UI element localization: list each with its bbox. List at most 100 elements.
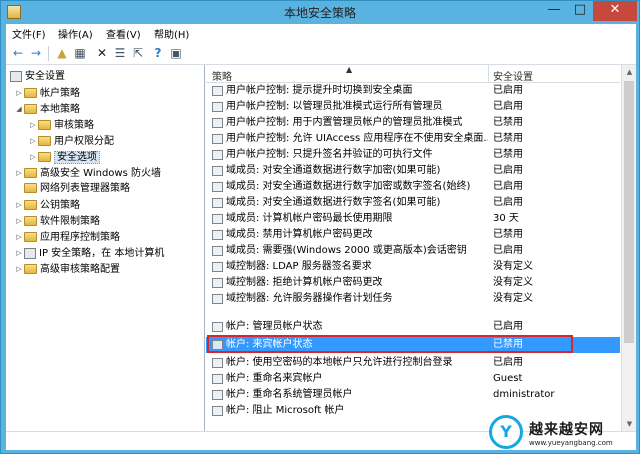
tree-item-software-restriction[interactable]: ▷ 软件限制策略 xyxy=(14,213,100,229)
folder-icon xyxy=(38,136,51,146)
policy-icon xyxy=(212,278,223,288)
main-content: 安全设置 ▷ 帐户策略 ◢ 本地策略 ▷ 审核策略 ▷ 用户权限分配 ▷ 安全选项 ▷ 高级… xyxy=(6,65,636,431)
policy-icon xyxy=(212,134,223,144)
scroll-up-icon[interactable]: ▲ xyxy=(622,65,637,79)
list-item[interactable]: 域成员: 对安全通道数据进行数字加密或数字签名(始终) 已启用 xyxy=(206,179,620,195)
expand-arrow-icon[interactable]: ▷ xyxy=(28,149,38,165)
tree-item-local-policy[interactable]: ◢ 本地策略 xyxy=(14,101,80,117)
list-item[interactable]: 域控制器: LDAP 服务器签名要求 没有定义 xyxy=(206,259,620,275)
column-header-setting[interactable]: 安全设置 xyxy=(493,68,533,83)
policy-icon xyxy=(212,246,223,256)
folder-icon xyxy=(24,104,37,114)
watermark: Y 越来越安网 www.yueyangbang.com xyxy=(489,413,639,453)
tree-item-security-settings[interactable]: 安全设置 xyxy=(10,69,65,85)
policy-icon xyxy=(212,230,223,240)
list-item[interactable]: 域成员: 禁用计算机帐户密码更改 已禁用 xyxy=(206,227,620,243)
policy-icon xyxy=(212,390,223,400)
action-pane-icon[interactable]: ▣ xyxy=(168,45,184,61)
policy-icon xyxy=(212,118,223,128)
toolbar: ← → ▲ ▦ ✕ ☰ ⇱ ? ▣ xyxy=(6,42,636,65)
policy-icon xyxy=(212,150,223,160)
list-item[interactable]: 帐户: 使用空密码的本地帐户只允许进行控制台登录 已启用 xyxy=(206,355,620,371)
policy-icon xyxy=(212,322,223,332)
menu-file[interactable]: 文件(F) xyxy=(12,26,46,41)
folder-icon xyxy=(24,264,37,274)
folder-icon xyxy=(24,216,37,226)
expand-arrow-icon[interactable]: ▷ xyxy=(28,133,38,149)
list-item[interactable]: 用户帐户控制: 只提升签名并验证的可执行文件 已禁用 xyxy=(206,147,620,163)
folder-icon xyxy=(24,183,37,193)
policy-icon xyxy=(212,374,223,384)
scroll-thumb[interactable] xyxy=(624,81,634,343)
list-item[interactable]: 域成员: 对安全通道数据进行数字签名(如果可能) 已启用 xyxy=(206,195,620,211)
tree-item-audit-policy[interactable]: ▷ 审核策略 xyxy=(28,117,94,133)
properties-icon[interactable]: ☰ xyxy=(112,45,128,61)
policy-list: 策略 ▲ 安全设置 用户帐户控制: 提示提升时切换到安全桌面 已启用 用户帐户控制… xyxy=(206,65,636,431)
tree-item-advanced-audit[interactable]: ▷ 高级审核策略配置 xyxy=(14,261,120,277)
toolbar-separator xyxy=(48,46,49,61)
expand-arrow-icon[interactable]: ▷ xyxy=(28,117,38,133)
close-button[interactable]: ✕ xyxy=(593,1,637,21)
tree-item-ip-security[interactable]: ▷ IP 安全策略，在 本地计算机 xyxy=(14,245,164,261)
watermark-text: 越来越安网 xyxy=(529,422,604,438)
list-item[interactable]: 帐户: 重命名系统管理员帐户 dministrator xyxy=(206,387,620,403)
policy-icon xyxy=(212,214,223,224)
folder-icon xyxy=(24,200,37,210)
maximize-button[interactable]: □ xyxy=(567,1,593,21)
minimize-button[interactable]: — xyxy=(541,1,567,21)
delete-icon[interactable]: ✕ xyxy=(94,45,110,61)
policy-icon xyxy=(212,198,223,208)
network-policy-icon xyxy=(24,247,36,259)
help-icon[interactable]: ? xyxy=(150,45,166,61)
expand-arrow-icon[interactable]: ▷ xyxy=(14,245,24,261)
show-hide-tree-icon[interactable]: ▦ xyxy=(72,45,88,61)
list-header: 策略 ▲ 安全设置 xyxy=(206,65,620,83)
tree-item-security-options[interactable]: ▷ 安全选项 xyxy=(28,149,100,165)
column-divider[interactable] xyxy=(488,65,489,83)
expand-arrow-icon[interactable]: ▷ xyxy=(14,85,24,101)
list-item[interactable]: 域成员: 计算机帐户密码最长使用期限 30 天 xyxy=(206,211,620,227)
tree-item-account-policy[interactable]: ▷ 帐户策略 xyxy=(14,85,80,101)
list-item[interactable]: 域控制器: 允许服务器操作者计划任务 没有定义 xyxy=(206,291,620,307)
tree-item-user-rights[interactable]: ▷ 用户权限分配 xyxy=(28,133,114,149)
folder-icon xyxy=(38,152,51,162)
folder-icon xyxy=(24,168,37,178)
list-item[interactable]: 用户帐户控制: 用于内置管理员帐户的管理员批准模式 已禁用 xyxy=(206,115,620,131)
title-bar[interactable]: 本地安全策略 — □ ✕ xyxy=(1,1,639,23)
expand-arrow-icon[interactable]: ▷ xyxy=(14,229,24,245)
tree-item-public-key[interactable]: ▷ 公钥策略 xyxy=(14,197,80,213)
tree-item-network-list[interactable]: 网络列表管理器策略 xyxy=(24,181,130,197)
tree-item-app-control[interactable]: ▷ 应用程序控制策略 xyxy=(14,229,120,245)
list-item[interactable]: 域成员: 对安全通道数据进行数字加密(如果可能) 已启用 xyxy=(206,163,620,179)
app-window: 本地安全策略 — □ ✕ 文件(F) 操作(A) 查看(V) 帮助(H) ← →… xyxy=(0,0,640,454)
folder-icon xyxy=(24,232,37,242)
forward-arrow-icon[interactable]: → xyxy=(28,45,44,61)
list-item[interactable]: 用户帐户控制: 允许 UIAccess 应用程序在不使用安全桌面... 已禁用 xyxy=(206,131,620,147)
expand-arrow-icon[interactable]: ▷ xyxy=(14,197,24,213)
menu-view[interactable]: 查看(V) xyxy=(106,26,141,41)
expand-arrow-icon[interactable]: ▷ xyxy=(14,213,24,229)
tree-item-firewall[interactable]: ▷ 高级安全 Windows 防火墙 xyxy=(14,165,161,181)
list-item[interactable]: 域成员: 需要强(Windows 2000 或更高版本)会话密钥 已启用 xyxy=(206,243,620,259)
policy-icon xyxy=(212,166,223,176)
menu-help[interactable]: 帮助(H) xyxy=(154,26,189,41)
expand-arrow-icon[interactable]: ▷ xyxy=(14,261,24,277)
computer-icon xyxy=(10,70,22,82)
back-arrow-icon[interactable]: ← xyxy=(10,45,26,61)
list-item[interactable]: 用户帐户控制: 以管理员批准模式运行所有管理员 已启用 xyxy=(206,99,620,115)
highlight-box xyxy=(207,335,573,353)
up-folder-icon[interactable]: ▲ xyxy=(54,45,70,61)
list-item[interactable]: 帐户: 管理员帐户状态 已启用 xyxy=(206,319,620,335)
expand-arrow-icon[interactable]: ▷ xyxy=(14,165,24,181)
collapse-arrow-icon[interactable]: ◢ xyxy=(14,101,24,117)
policy-icon xyxy=(212,86,223,96)
export-list-icon[interactable]: ⇱ xyxy=(130,45,146,61)
list-item[interactable]: 域控制器: 拒绝计算机帐户密码更改 没有定义 xyxy=(206,275,620,291)
list-item[interactable]: 帐户: 重命名来宾帐户 Guest xyxy=(206,371,620,387)
sort-ascending-icon: ▲ xyxy=(346,65,353,74)
column-header-policy[interactable]: 策略 xyxy=(212,68,232,83)
list-item[interactable]: 用户帐户控制: 提示提升时切换到安全桌面 已启用 xyxy=(206,83,620,99)
navigation-tree: 安全设置 ▷ 帐户策略 ◢ 本地策略 ▷ 审核策略 ▷ 用户权限分配 ▷ 安全选项 ▷ 高级… xyxy=(6,65,205,431)
menu-action[interactable]: 操作(A) xyxy=(58,26,93,41)
vertical-scrollbar[interactable]: ▲ ▼ xyxy=(621,65,636,431)
